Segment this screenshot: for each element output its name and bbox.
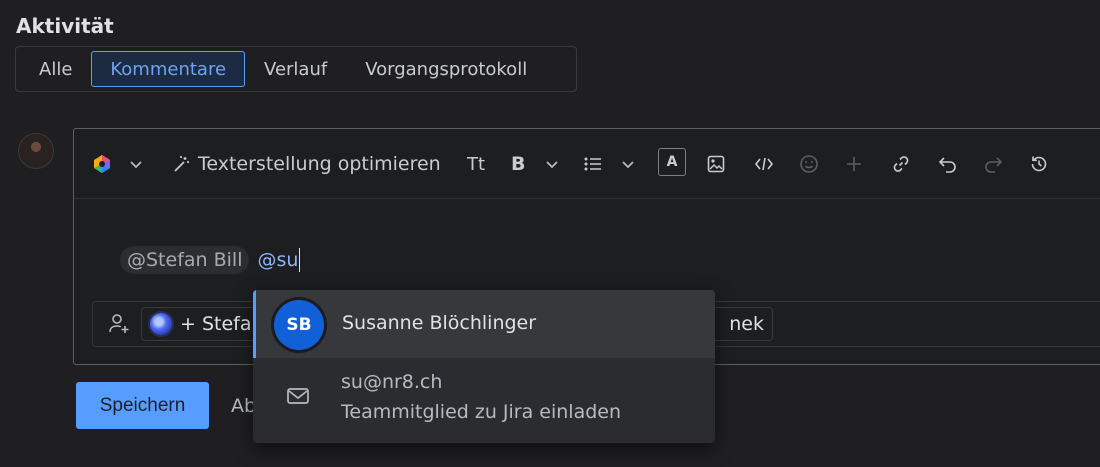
ai-sparkle-icon[interactable] [92,151,112,177]
improve-writing-button[interactable]: Texterstellung optimieren [198,151,441,177]
redo-icon[interactable] [983,151,1003,177]
mention-query-text: @su [257,249,299,271]
invite-email: su@nr8.ch [341,371,443,393]
user-name: Susanne Blöchlinger [342,312,537,334]
save-button[interactable]: Speichern [76,382,209,429]
more-formatting-chevron-down-icon[interactable] [544,151,560,177]
bullet-list-icon[interactable] [583,151,603,177]
tab-verlauf[interactable]: Verlauf [245,51,346,87]
text-color-button[interactable]: A [658,148,686,176]
code-icon[interactable] [754,151,774,177]
mention-option-invite[interactable]: su@nr8.ch Teammitglied zu Jira einladen [253,358,715,443]
image-icon[interactable] [707,151,725,177]
invite-label: Teammitglied zu Jira einladen [341,401,622,423]
mail-icon [286,386,310,410]
undo-icon[interactable] [938,151,958,177]
mention-dropdown: SB Susanne Blöchlinger su@nr8.ch Teammit… [253,290,715,443]
add-person-icon[interactable] [107,312,131,340]
current-user-avatar [18,133,54,169]
comment-text-area[interactable]: @Stefan Bill @su [120,245,301,275]
agent-chip[interactable]: + Stefa [141,307,271,341]
tab-alle[interactable]: Alle [20,51,91,87]
mention-query: @su [257,248,301,272]
section-title: Aktivität [16,14,114,38]
activity-tabs: Alle Kommentare Verlauf Vorgangsprotokol… [15,46,577,92]
agent-orb-icon [150,313,172,335]
text-style-button[interactable]: Tt [467,151,485,177]
user-initials-avatar: SB [274,300,324,350]
history-icon[interactable] [1029,151,1049,177]
list-options-chevron-down-icon[interactable] [620,151,636,177]
emoji-icon[interactable] [799,151,819,177]
ai-menu-chevron-down-icon[interactable] [128,151,144,177]
link-icon[interactable] [891,151,911,177]
agent-chip-label: + Stefa [180,313,252,335]
participant-chip-label: nek [729,313,764,335]
plus-icon[interactable] [845,151,863,177]
mention-chip[interactable]: @Stefan Bill [120,246,250,274]
tab-vorgangsprotokoll[interactable]: Vorgangsprotokoll [346,51,546,87]
bold-button[interactable]: B [511,151,525,177]
text-color-label: A [658,148,686,176]
magic-wand-icon [171,151,191,177]
tab-kommentare[interactable]: Kommentare [91,51,246,87]
mention-option-user[interactable]: SB Susanne Blöchlinger [253,290,715,358]
editor-toolbar: Texterstellung optimieren Tt B A [74,129,1100,199]
text-caret [299,248,301,272]
